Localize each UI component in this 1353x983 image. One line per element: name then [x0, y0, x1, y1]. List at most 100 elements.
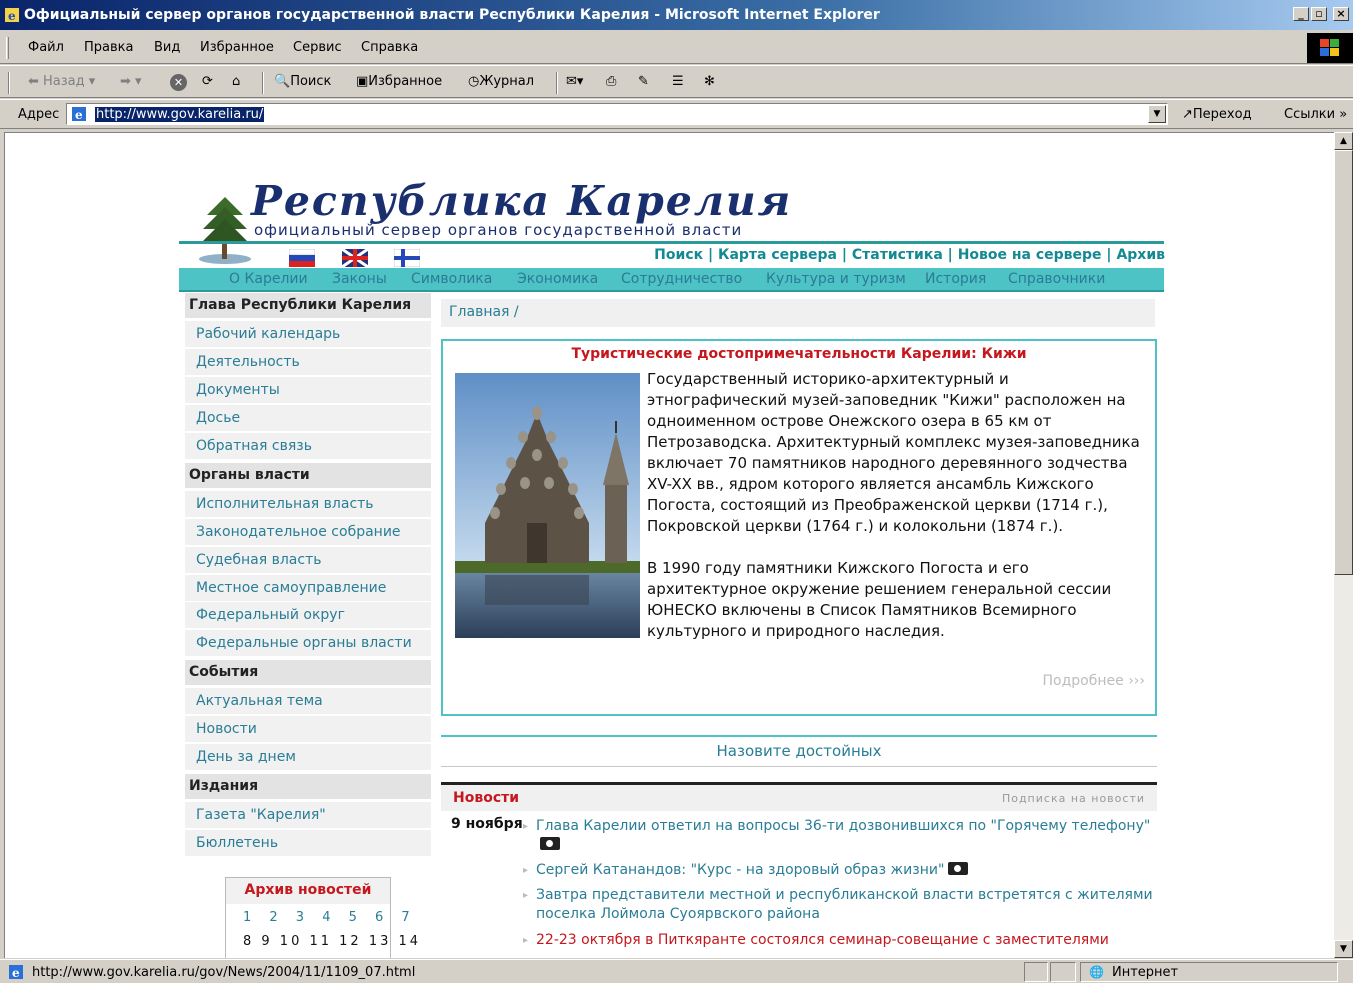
nav-history[interactable]: История	[925, 271, 986, 287]
sidebar-item-calendar[interactable]: Рабочий календарь	[185, 321, 431, 348]
nav-culture[interactable]: Культура и туризм	[766, 271, 906, 287]
menubar-grip	[6, 37, 9, 59]
flag-ru-icon[interactable]	[289, 249, 315, 267]
discuss-button[interactable]: ☰	[672, 74, 684, 89]
restore-button[interactable]: ▫	[1311, 7, 1327, 21]
sidebar-item-federal-bodies[interactable]: Федеральные органы власти	[185, 630, 431, 657]
sidebar-item-legislative[interactable]: Законодательное собрание	[185, 519, 431, 546]
minimize-button[interactable]: _	[1293, 7, 1309, 21]
address-label: Адрес	[18, 107, 60, 122]
news-title[interactable]: Новости	[453, 790, 519, 806]
scroll-thumb[interactable]	[1334, 150, 1353, 575]
address-input[interactable]: e http://www.gov.karelia.ru/ ▼	[66, 103, 1168, 125]
forward-arrow-icon: ➡ ▾	[120, 74, 142, 89]
nominate-banner[interactable]: Назовите достойных	[441, 735, 1157, 767]
archive-days-row-2[interactable]: 8 9 10 11 12 13 14	[243, 934, 421, 949]
browser-window: e Официальный сервер органов государстве…	[0, 0, 1353, 983]
top-link-archive[interactable]: Архив	[1116, 247, 1165, 263]
feature-text: Государственный историко-архитектурный и…	[647, 369, 1147, 663]
sidebar-item-newspaper[interactable]: Газета "Карелия"	[185, 802, 431, 829]
top-link-stats[interactable]: Статистика	[852, 247, 943, 263]
header-divider	[179, 241, 1164, 244]
sidebar-item-feedback[interactable]: Обратная связь	[185, 433, 431, 460]
search-button[interactable]: 🔍Поиск	[274, 74, 331, 89]
go-button[interactable]: ↗Переход	[1182, 107, 1252, 122]
menu-favorites[interactable]: Избранное	[200, 40, 274, 55]
menu-tools[interactable]: Сервис	[293, 40, 342, 55]
menu-view[interactable]: Вид	[154, 40, 180, 55]
nav-reference[interactable]: Справочники	[1008, 271, 1105, 287]
sidebar-item-documents[interactable]: Документы	[185, 377, 431, 404]
forward-button[interactable]: ➡ ▾	[120, 74, 142, 89]
sidebar-item-federal-district[interactable]: Федеральный округ	[185, 602, 431, 629]
nav-symbols[interactable]: Символика	[411, 271, 492, 287]
sidebar-item-executive[interactable]: Исполнительная власть	[185, 491, 431, 518]
news-item[interactable]: ▸ Глава Карелии ответил на вопросы 36-ти…	[523, 817, 1156, 855]
close-button[interactable]: ×	[1333, 7, 1349, 21]
archive-title[interactable]: Архив новостей	[226, 878, 390, 904]
mail-button[interactable]: ✉▾	[566, 74, 583, 89]
news-item[interactable]: ▸ 22-23 октября в Питкяранте состоялся с…	[523, 931, 1156, 950]
top-link-sitemap[interactable]: Карта сервера	[718, 247, 837, 263]
kizhi-photo[interactable]	[455, 373, 640, 638]
sidebar-item-local[interactable]: Местное самоуправление	[185, 575, 431, 602]
sidebar-item-news[interactable]: Новости	[185, 716, 431, 743]
sidebar-section-head[interactable]: Глава Республики Карелия	[185, 293, 431, 319]
scroll-down-button[interactable]: ▼	[1334, 940, 1353, 958]
sidebar-item-day-by-day[interactable]: День за днем	[185, 744, 431, 771]
sidebar-section-events[interactable]: События	[185, 660, 431, 686]
site-title: Республика Карелия	[251, 177, 793, 225]
sidebar-item-dossier[interactable]: Досье	[185, 405, 431, 432]
news-item[interactable]: ▸ Завтра представители местной и республ…	[523, 886, 1156, 924]
menu-file[interactable]: Файл	[28, 40, 64, 55]
flag-fi-icon[interactable]	[394, 249, 420, 267]
archive-days-row-1[interactable]: 1 2 3 4 5 6 7	[243, 910, 417, 925]
favorites-button[interactable]: ▣Избранное	[356, 74, 442, 89]
home-button[interactable]: ⌂	[232, 74, 240, 89]
camera-icon	[540, 837, 560, 850]
vertical-scrollbar[interactable]: ▲ ▼	[1334, 132, 1353, 958]
address-dropdown-button[interactable]: ▼	[1148, 105, 1166, 123]
menu-edit[interactable]: Правка	[84, 40, 133, 55]
print-button[interactable]: ⎙	[606, 74, 616, 89]
news-item[interactable]: ▸ Сергей Катанандов: "Курс - на здоровый…	[523, 861, 1156, 880]
stop-button[interactable]: ✕	[170, 74, 187, 91]
top-link-search[interactable]: Поиск	[654, 247, 703, 263]
nav-cooperation[interactable]: Сотрудничество	[621, 271, 742, 287]
feature-title[interactable]: Туристические достопримечательности Каре…	[443, 346, 1155, 362]
sidebar-item-judicial[interactable]: Судебная власть	[185, 547, 431, 574]
nav-laws[interactable]: Законы	[332, 271, 387, 287]
top-link-new[interactable]: Новое на сервере	[958, 247, 1102, 263]
messenger-button[interactable]: ✻	[704, 74, 715, 89]
breadcrumb[interactable]: Главная /	[441, 299, 1155, 327]
print-icon: ⎙	[606, 74, 617, 89]
back-button[interactable]: ⬅ Назад ▾	[28, 74, 95, 89]
sidebar-item-bulletin[interactable]: Бюллетень	[185, 830, 431, 857]
news-date: 9 ноября	[451, 816, 523, 832]
globe-icon: 🌐	[1089, 965, 1104, 979]
status-cell	[1024, 962, 1048, 982]
refresh-button[interactable]: ⟳	[202, 74, 213, 89]
svg-text:e: e	[12, 966, 20, 980]
edit-button[interactable]: ✎	[638, 74, 649, 89]
sidebar-section-publications[interactable]: Издания	[185, 774, 431, 800]
svg-text:e: e	[8, 9, 16, 23]
nav-about[interactable]: О Карелии	[229, 271, 308, 287]
history-button[interactable]: ◷Журнал	[468, 74, 534, 89]
more-link[interactable]: Подробнее ›››	[1043, 673, 1145, 689]
status-page-icon: e	[8, 964, 24, 980]
sidebar-item-activity[interactable]: Деятельность	[185, 349, 431, 376]
status-bar: e http://www.gov.karelia.ru/gov/News/200…	[0, 959, 1353, 983]
sidebar-section-authorities[interactable]: Органы власти	[185, 463, 431, 489]
flag-uk-icon[interactable]	[342, 249, 368, 267]
windows-flag-icon	[1320, 39, 1339, 56]
menu-help[interactable]: Справка	[361, 40, 418, 55]
scroll-up-button[interactable]: ▲	[1334, 132, 1353, 150]
nav-economy[interactable]: Экономика	[517, 271, 598, 287]
links-button[interactable]: Ссылки »	[1284, 107, 1347, 122]
news-subscribe-link[interactable]: Подписка на новости	[1002, 792, 1145, 805]
sidebar-item-topic[interactable]: Актуальная тема	[185, 688, 431, 715]
bullet-icon: ▸	[523, 935, 529, 946]
favorites-icon: ▣	[356, 74, 369, 89]
stop-icon: ✕	[170, 74, 187, 91]
